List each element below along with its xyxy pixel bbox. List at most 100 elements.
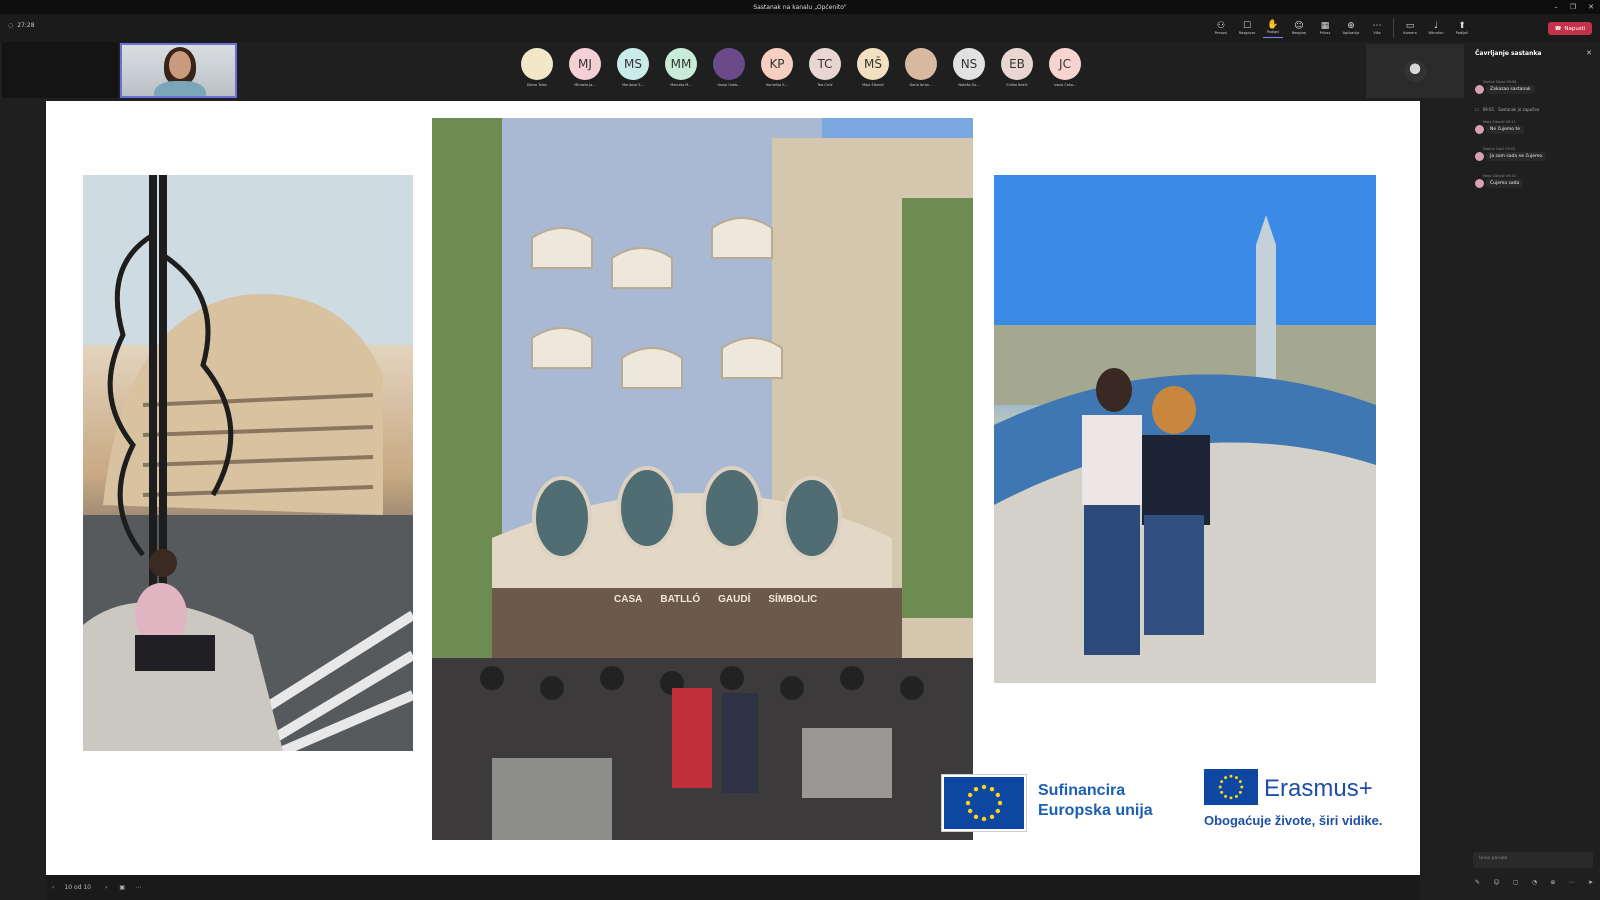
slides-grid-icon[interactable]: ▣ [119, 884, 125, 891]
timer-text: 27:28 [17, 22, 35, 29]
eu-line1: Sufinancira [1038, 782, 1126, 799]
people-button[interactable]: ⚇ Personi [1211, 18, 1231, 38]
camera-button[interactable]: ▭ Kamera [1400, 18, 1420, 38]
toolbar-label: Više [1373, 30, 1381, 35]
participant[interactable]: Dario Ibran... [904, 48, 938, 87]
chat-message-meta: Dorina Ćolić 09:22 [1483, 147, 1516, 151]
eu-star-icon [995, 808, 1001, 814]
apps-icon: ⊕ [1347, 20, 1355, 31]
window-title: Sastanak na kanalu „Općenito" [753, 3, 847, 11]
photo-casa-batllo: CASA BATLLÓ GAUDÍ SÍMBOLIC [432, 118, 973, 840]
microphone-button[interactable]: ♩ Mikrofon [1426, 18, 1446, 38]
participant-avatar: MJ [569, 48, 601, 80]
raise-hand-button[interactable]: ✋ Podigni [1263, 18, 1283, 38]
eu-star-icon [973, 786, 979, 792]
eu-star-icon [989, 814, 995, 820]
format-icon[interactable]: ✎ [1475, 879, 1480, 886]
people-icon: ⚇ [1216, 20, 1226, 31]
photo-park-guell-drawing [994, 175, 1376, 683]
participant[interactable]: NS Nataša Su... [952, 48, 986, 87]
participant[interactable]: MŠ Maja Šikanić [856, 48, 890, 87]
apps-button[interactable]: ⊕ Aplikacije [1341, 18, 1361, 38]
close-window-icon[interactable]: ✕ [1588, 3, 1594, 11]
eu-star-icon [1220, 790, 1224, 794]
participant[interactable]: KP Kornelija K... [760, 48, 794, 87]
chat-message-meta: Maja Šikanić 09:42 [1483, 174, 1517, 178]
funding-logos: Sufinancira Europska unija Erasmus+ Obog… [941, 769, 1398, 837]
photo-park-guell [994, 175, 1376, 683]
meeting-topbar: ◌ 27:28 ⚇ Personi ☐ Razgovor ✋ Podigni ☺ Reagir… [0, 14, 1600, 42]
sticker-icon[interactable]: ◔ [1532, 879, 1537, 886]
prev-slide-icon[interactable]: ‹ [52, 884, 54, 891]
minimize-icon[interactable]: – [1554, 3, 1558, 11]
participant[interactable]: JC Ivana Ćeko... [1048, 48, 1082, 87]
photo-casa-mila-drawing [83, 175, 413, 751]
attach-icon[interactable]: ⊕ [1550, 879, 1555, 886]
participant-name: Ivana Ćeko... [1053, 83, 1077, 87]
chat-system-message: ☐ 09:01 Sastanak je započeo [1475, 107, 1539, 112]
more-chat-icon[interactable]: ⋯ [1569, 879, 1575, 886]
photo-casa-batllo-drawing [432, 118, 973, 840]
chat-input[interactable]: Unos poruke [1473, 852, 1593, 868]
erasmus-stars-icon [1218, 774, 1244, 800]
emoji-icon[interactable]: ☺ [1493, 879, 1499, 886]
participant-avatar: MM [665, 48, 697, 80]
participant-name: Marcela M... [670, 83, 692, 87]
participant-avatar [713, 48, 745, 80]
window-titlebar: Sastanak na kanalu „Općenito" – ❐ ✕ [0, 0, 1600, 14]
chat-close-icon[interactable]: ✕ [1586, 49, 1592, 57]
eu-star-icon [1224, 794, 1228, 798]
share-icon: ⬆ [1458, 20, 1466, 31]
participant[interactable]: Diana Talan [520, 48, 554, 87]
gif-icon[interactable]: ▢ [1513, 879, 1519, 886]
more-options-icon[interactable]: ⋯ [135, 884, 141, 891]
eu-star-icon [1234, 776, 1238, 780]
participant-avatar [1404, 60, 1426, 82]
participant[interactable]: TC Tea Celić [808, 48, 842, 87]
participant[interactable]: MS Marijana S... [616, 48, 650, 87]
share-button[interactable]: ⬆ Podijeli [1452, 18, 1472, 38]
view-icon: ▦ [1320, 20, 1330, 31]
participant-avatar: TC [809, 48, 841, 80]
participant-avatar: KP [761, 48, 793, 80]
participant-avatar: MŠ [857, 48, 889, 80]
toolbar-label: Mikrofon [1428, 30, 1444, 35]
sign-word: BATLLÓ [660, 594, 701, 605]
chat-avatar [1475, 152, 1484, 161]
eu-star-icon [1234, 794, 1238, 798]
eu-flag-icon [941, 774, 1027, 832]
meeting-toolbar: ⚇ Personi ☐ Razgovor ✋ Podigni ☺ Reagiraj ▦ Prika… [1211, 18, 1472, 38]
raise-hand-icon: ✋ [1267, 20, 1279, 30]
chat-message: Dorina Tobor 09:06 Zakazao sastanak [1475, 80, 1535, 94]
participant[interactable]: EB Eržika Bakić [1000, 48, 1034, 87]
shop-sign: CASA BATLLÓ GAUDÍ SÍMBOLIC [614, 594, 817, 605]
meeting-chat-panel: Čavrljanje sastanka ✕ Dorina Tobor 09:06… [1467, 42, 1600, 900]
chat-button[interactable]: ☐ Razgovor [1237, 18, 1257, 38]
eu-star-icon [965, 800, 971, 806]
eu-star-icon [967, 808, 973, 814]
toolbar-label: Podijeli [1455, 30, 1469, 35]
chat-message-text: Ja sam sada ne čujemo [1486, 152, 1547, 161]
toolbar-label: Aplikacije [1342, 30, 1360, 35]
toolbar-separator [1393, 18, 1394, 38]
eu-star-icon [989, 786, 995, 792]
more-button[interactable]: ⋯ Više [1367, 18, 1387, 38]
participant[interactable]: MM Marcela M... [664, 48, 698, 87]
send-icon[interactable]: ➤ [1588, 879, 1593, 886]
view-button[interactable]: ▦ Prikaz [1315, 18, 1335, 38]
speaker-video-tile[interactable] [120, 43, 237, 98]
participant-video-tile[interactable] [1366, 44, 1464, 98]
chat-title: Čavrljanje sastanka [1475, 50, 1542, 57]
maximize-icon[interactable]: ❐ [1570, 3, 1576, 11]
window-controls: – ❐ ✕ [1554, 0, 1594, 14]
participant[interactable]: MJ Mihaela Ja... [568, 48, 602, 87]
participant-name: Mihaela Ja... [574, 83, 596, 87]
participant[interactable]: Vanja Ozeb... [712, 48, 746, 87]
phone-icon: ☎ [1554, 25, 1562, 32]
next-slide-icon[interactable]: › [105, 884, 107, 891]
leave-button[interactable]: ☎ Napusti [1548, 22, 1592, 35]
eu-star-icon [981, 816, 987, 822]
participant-avatar [905, 48, 937, 80]
reactions-button[interactable]: ☺ Reagiraj [1289, 18, 1309, 38]
chat-toolbar: ✎ ☺ ▢ ◔ ⊕ ⋯ ➤ [1475, 879, 1593, 886]
